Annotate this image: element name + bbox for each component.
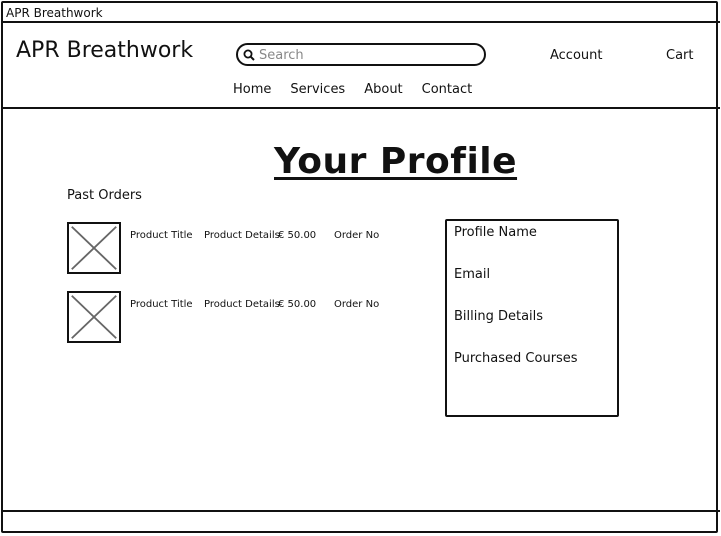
brand-logo[interactable]: APR Breathwork [16, 38, 193, 63]
profile-card: Profile Name Email Billing Details Purch… [445, 219, 619, 417]
account-link[interactable]: Account [550, 48, 603, 63]
main-nav: Home Services About Contact [233, 82, 491, 97]
nav-item-contact[interactable]: Contact [422, 82, 473, 97]
product-title: Product Title [130, 299, 193, 310]
product-price: € 50.00 [278, 230, 317, 241]
nav-item-about[interactable]: About [364, 82, 402, 97]
search-input[interactable] [259, 47, 479, 63]
product-price: € 50.00 [278, 299, 317, 310]
order-row[interactable]: Product Title Product Details € 50.00 Or… [67, 291, 407, 345]
past-orders-heading: Past Orders [67, 188, 142, 203]
footer-divider [1, 510, 720, 512]
product-title: Product Title [130, 230, 193, 241]
page-title: Your Profile [274, 141, 518, 182]
site-header: APR Breathwork Account Cart Home Service… [1, 23, 720, 109]
order-number: Order No [334, 230, 380, 241]
product-details: Product Details [204, 299, 280, 310]
product-details: Product Details [204, 230, 280, 241]
window-title: APR Breathwork [6, 6, 103, 20]
search-bar[interactable] [236, 43, 486, 66]
product-image-placeholder-icon [67, 291, 121, 343]
title-bar: APR Breathwork [1, 1, 720, 23]
order-number: Order No [334, 299, 380, 310]
nav-item-home[interactable]: Home [233, 82, 271, 97]
product-image-placeholder-icon [67, 222, 121, 274]
email-link[interactable]: Email [454, 267, 490, 282]
search-icon [243, 49, 255, 61]
nav-item-services[interactable]: Services [290, 82, 345, 97]
profile-name-link[interactable]: Profile Name [454, 225, 537, 240]
purchased-courses-link[interactable]: Purchased Courses [454, 351, 578, 366]
order-row[interactable]: Product Title Product Details € 50.00 Or… [67, 222, 407, 276]
cart-link[interactable]: Cart [666, 48, 694, 63]
billing-details-link[interactable]: Billing Details [454, 309, 543, 324]
